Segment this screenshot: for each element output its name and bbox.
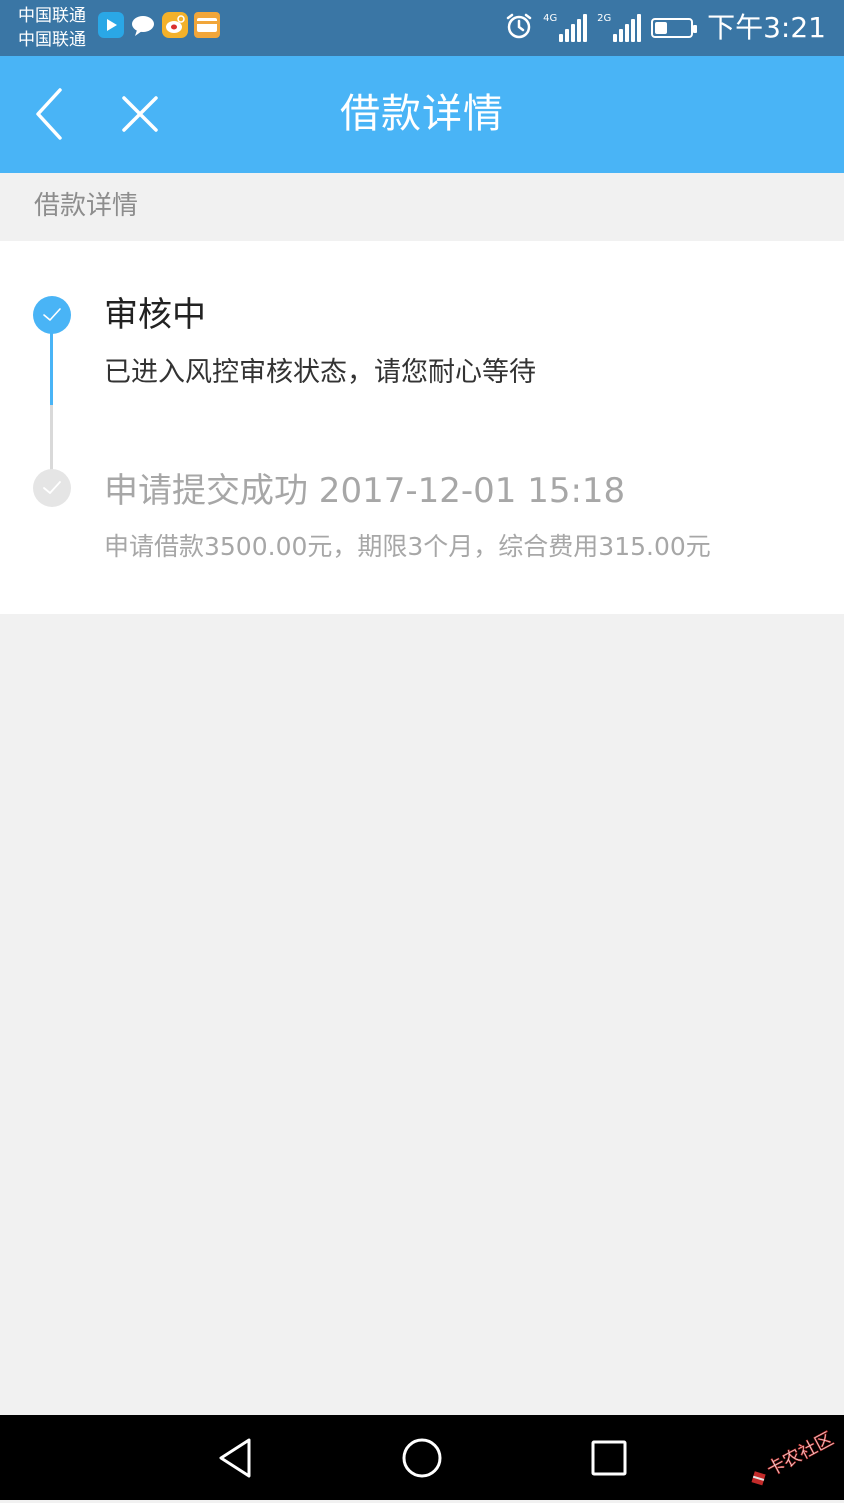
nav-recent-button[interactable] <box>584 1433 634 1483</box>
timeline-step-title: 审核中 <box>104 295 206 335</box>
status-time: 下午3:21 <box>707 11 826 44</box>
nav-home-button[interactable] <box>397 1433 447 1483</box>
notification-icons <box>98 12 220 38</box>
timeline-connector <box>50 333 53 489</box>
triangle-back-icon <box>219 1438 251 1478</box>
carrier-name-2: 中国联通 <box>18 30 86 50</box>
status-bar: 中国联通 中国联通 4G 2G 下午3:21 <box>0 0 844 56</box>
network-type-1: 4G <box>543 13 558 24</box>
status-indicators: 4G 2G 下午3:21 <box>505 10 826 46</box>
timeline-dot-done <box>33 469 71 507</box>
section-header: 借款详情 <box>0 173 844 241</box>
app-header: 借款详情 <box>0 56 844 173</box>
section-label: 借款详情 <box>34 191 139 221</box>
nav-back-button[interactable] <box>210 1433 260 1483</box>
timeline-connector-active <box>50 333 53 405</box>
battery-icon <box>651 18 698 38</box>
alarm-icon <box>505 12 533 44</box>
timeline-step-description: 申请借款3500.00元，期限3个月，综合费用315.00元 <box>104 532 711 561</box>
circle-home-icon <box>402 1438 442 1478</box>
timeline-dot-current <box>33 296 71 334</box>
wallet-app-icon <box>194 12 220 38</box>
carrier-info: 中国联通 中国联通 <box>18 4 86 52</box>
video-app-icon <box>98 12 124 38</box>
square-recent-icon <box>591 1440 627 1476</box>
carrier-name-1: 中国联通 <box>18 6 86 26</box>
timeline-step-title: 申请提交成功 2017-12-01 15:18 <box>104 471 626 511</box>
battery-level <box>655 22 667 34</box>
watermark-logo: 卡农社区 <box>751 1428 837 1486</box>
signal-icon: 4G <box>543 13 588 42</box>
check-icon <box>43 308 61 321</box>
weibo-app-icon <box>162 12 188 38</box>
page-title: 借款详情 <box>340 91 504 137</box>
svg-text:卡农社区: 卡农社区 <box>764 1428 837 1480</box>
system-nav-bar: 卡农社区 <box>0 1415 844 1500</box>
check-icon <box>43 481 61 494</box>
chat-app-icon <box>130 12 156 38</box>
signal-icon-2: 2G <box>597 13 642 42</box>
network-type-2: 2G <box>597 13 612 24</box>
loan-timeline: 审核中 已进入风控审核状态，请您耐心等待 申请提交成功 2017-12-01 1… <box>0 241 844 614</box>
timeline-step-description: 已进入风控审核状态，请您耐心等待 <box>104 357 536 388</box>
